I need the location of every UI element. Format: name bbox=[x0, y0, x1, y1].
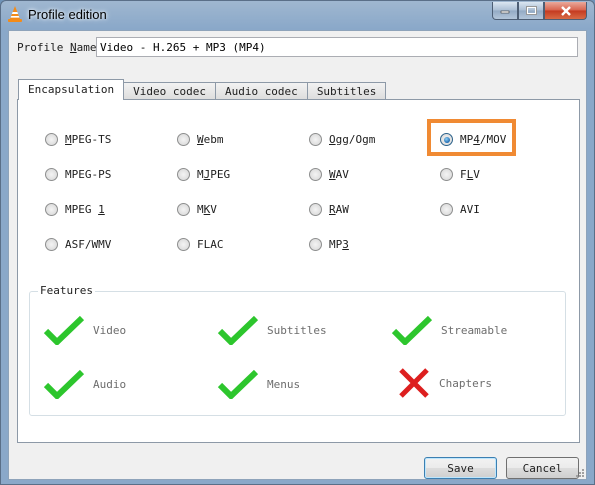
check-icon bbox=[217, 369, 259, 399]
radio-mpeg-ps[interactable]: MPEG-PS bbox=[45, 168, 111, 181]
window-title: Profile edition bbox=[28, 7, 107, 22]
radio-webm[interactable]: Webm bbox=[177, 133, 224, 146]
feature-chapters: Chapters bbox=[397, 367, 492, 399]
feature-label: Subtitles bbox=[267, 323, 327, 337]
feature-video: Video bbox=[43, 315, 126, 345]
radio-label: MPEG 1 bbox=[65, 203, 105, 216]
radio-circle[interactable] bbox=[45, 133, 58, 146]
feature-subtitles: Subtitles bbox=[217, 315, 327, 345]
cancel-button[interactable]: Cancel bbox=[506, 457, 579, 479]
close-button[interactable] bbox=[544, 2, 587, 20]
radio-circle[interactable] bbox=[45, 203, 58, 216]
feature-streamable: Streamable bbox=[391, 315, 507, 345]
radio-label: FLV bbox=[460, 168, 480, 181]
radio-asf-wmv[interactable]: ASF/WMV bbox=[45, 238, 111, 251]
title-bar[interactable]: Profile edition bbox=[1, 1, 594, 29]
encapsulation-panel: MPEG-TS Webm Ogg/Ogm MP4/MOV MPEG-PS MJP… bbox=[17, 99, 580, 443]
radio-flac[interactable]: FLAC bbox=[177, 238, 224, 251]
radio-circle[interactable] bbox=[440, 203, 453, 216]
radio-flv[interactable]: FLV bbox=[440, 168, 480, 181]
radio-circle-checked[interactable] bbox=[440, 133, 453, 146]
check-icon bbox=[391, 315, 433, 345]
features-title: Features bbox=[38, 284, 95, 297]
check-icon bbox=[43, 369, 85, 399]
minimize-icon bbox=[500, 10, 510, 13]
resize-grip-icon[interactable] bbox=[574, 467, 584, 477]
radio-circle[interactable] bbox=[309, 203, 322, 216]
radio-avi[interactable]: AVI bbox=[440, 203, 480, 216]
dialog-client: Profile Name Encapsulation Video codec A… bbox=[8, 30, 587, 480]
radio-label: RAW bbox=[329, 203, 349, 216]
radio-ogg-ogm[interactable]: Ogg/Ogm bbox=[309, 133, 375, 146]
radio-label: MJPEG bbox=[197, 168, 231, 181]
radio-circle[interactable] bbox=[177, 238, 190, 251]
check-icon bbox=[217, 315, 259, 345]
radio-circle[interactable] bbox=[177, 168, 190, 181]
feature-label: Audio bbox=[93, 377, 127, 391]
tab-bar: Encapsulation Video codec Audio codec Su… bbox=[18, 79, 387, 100]
profile-name-label: Profile Name bbox=[17, 41, 97, 54]
radio-label: WAV bbox=[329, 168, 349, 181]
radio-mjpeg[interactable]: MJPEG bbox=[177, 168, 230, 181]
close-icon bbox=[560, 5, 571, 16]
feature-label: Streamable bbox=[441, 323, 508, 337]
minimize-button[interactable] bbox=[492, 2, 518, 20]
radio-circle[interactable] bbox=[309, 168, 322, 181]
check-icon bbox=[43, 315, 85, 345]
radio-label: ASF/WMV bbox=[65, 238, 112, 251]
radio-mpeg-ts[interactable]: MPEG-TS bbox=[45, 133, 111, 146]
radio-label: MPEG-PS bbox=[65, 168, 112, 181]
radio-label: MKV bbox=[197, 203, 217, 216]
radio-circle[interactable] bbox=[440, 168, 453, 181]
radio-circle[interactable] bbox=[309, 133, 322, 146]
radio-label: AVI bbox=[460, 203, 480, 216]
radio-mp3[interactable]: MP3 bbox=[309, 238, 349, 251]
feature-label: Chapters bbox=[439, 376, 492, 390]
radio-label: FLAC bbox=[197, 238, 224, 251]
features-group: Features Video Subtitles Streamable Audi… bbox=[29, 284, 566, 416]
cross-icon bbox=[399, 368, 429, 398]
radio-mpeg-1[interactable]: MPEG 1 bbox=[45, 203, 105, 216]
feature-label: Video bbox=[93, 323, 127, 337]
save-button[interactable]: Save bbox=[424, 457, 497, 479]
radio-label: MP3 bbox=[329, 238, 349, 251]
maximize-button[interactable] bbox=[518, 2, 544, 20]
radio-circle[interactable] bbox=[45, 238, 58, 251]
feature-label: Menus bbox=[267, 377, 301, 391]
radio-label: MPEG-TS bbox=[65, 133, 112, 146]
tab-subtitles[interactable]: Subtitles bbox=[306, 82, 387, 100]
tab-encapsulation[interactable]: Encapsulation bbox=[18, 79, 125, 100]
radio-raw[interactable]: RAW bbox=[309, 203, 349, 216]
profile-edition-window: Profile edition Profile Name Encapsulati… bbox=[0, 0, 595, 485]
radio-circle[interactable] bbox=[309, 238, 322, 251]
feature-menus: Menus bbox=[217, 369, 300, 399]
radio-wav[interactable]: WAV bbox=[309, 168, 349, 181]
radio-circle[interactable] bbox=[177, 133, 190, 146]
feature-audio: Audio bbox=[43, 369, 126, 399]
tab-audio-codec[interactable]: Audio codec bbox=[214, 82, 308, 100]
radio-label: Webm bbox=[197, 133, 224, 146]
radio-mp4-mov[interactable]: MP4/MOV bbox=[440, 133, 506, 146]
profile-name-input[interactable] bbox=[96, 37, 578, 57]
tab-video-codec[interactable]: Video codec bbox=[123, 82, 216, 100]
profile-name-row: Profile Name bbox=[17, 37, 578, 57]
radio-label: MP4/MOV bbox=[460, 133, 507, 146]
maximize-icon bbox=[525, 6, 537, 15]
vlc-cone-icon bbox=[8, 6, 22, 22]
radio-mkv[interactable]: MKV bbox=[177, 203, 217, 216]
radio-label: Ogg/Ogm bbox=[329, 133, 376, 146]
radio-circle[interactable] bbox=[177, 203, 190, 216]
radio-circle[interactable] bbox=[45, 168, 58, 181]
